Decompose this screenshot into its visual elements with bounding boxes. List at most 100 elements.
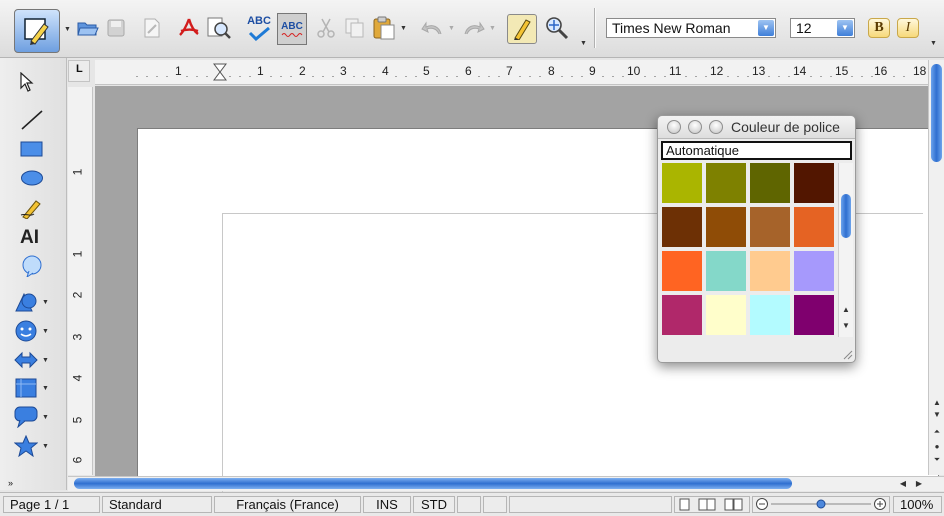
- font-name-combobox[interactable]: Times New Roman ▼: [606, 18, 776, 38]
- line-icon[interactable]: [20, 108, 56, 132]
- color-swatch[interactable]: [794, 207, 834, 247]
- color-swatch[interactable]: [750, 295, 790, 335]
- select-icon[interactable]: [20, 70, 56, 94]
- chevron-down-icon[interactable]: ▼: [837, 20, 853, 36]
- undo-icon[interactable]: [419, 16, 445, 40]
- ellipse-icon[interactable]: [20, 166, 56, 190]
- page-style-indicator[interactable]: Standard: [102, 496, 212, 513]
- freeform-icon[interactable]: [20, 196, 56, 220]
- ruler-number: 7: [506, 64, 513, 78]
- drawbar-overflow-icon[interactable]: »: [8, 478, 13, 488]
- page-preview-icon[interactable]: [206, 16, 232, 40]
- edit-file-icon[interactable]: [140, 16, 164, 40]
- callout-icon[interactable]: [20, 254, 56, 278]
- cut-icon[interactable]: [314, 16, 338, 40]
- view-layout-icon: [679, 498, 743, 511]
- chevron-down-icon[interactable]: ▼: [64, 26, 71, 33]
- page-indicator[interactable]: Page 1 / 1: [3, 496, 100, 513]
- font-size-combobox[interactable]: 12 ▼: [790, 18, 855, 38]
- spellcheck-icon[interactable]: ABC: [244, 12, 274, 44]
- zoom-indicator[interactable]: 100%: [893, 496, 942, 513]
- chevron-down-icon[interactable]: ▼: [42, 357, 49, 364]
- color-swatch[interactable]: [662, 251, 702, 291]
- show-draw-functions-icon[interactable]: [507, 14, 537, 44]
- color-swatch[interactable]: [794, 295, 834, 335]
- chevron-down-icon[interactable]: ▼: [42, 443, 49, 450]
- stars-icon[interactable]: ▼: [14, 434, 50, 458]
- selection-mode-indicator[interactable]: STD: [413, 496, 455, 513]
- insert-mode-indicator[interactable]: INS: [363, 496, 411, 513]
- toolbar-overflow-icon[interactable]: ▼: [930, 40, 937, 47]
- vertical-scrollbar[interactable]: ▲ ▼ ⏶ ● ⏷: [928, 60, 944, 475]
- scroll-right-icon[interactable]: ▶: [912, 477, 926, 489]
- chevron-down-icon[interactable]: ▼: [448, 25, 455, 32]
- redo-icon[interactable]: [461, 16, 487, 40]
- vertical-ruler[interactable]: 1 1 2 3 4 5 6: [68, 87, 93, 475]
- color-swatch[interactable]: [794, 251, 834, 291]
- chevron-down-icon[interactable]: ▼: [42, 414, 49, 421]
- navigator-icon[interactable]: [543, 14, 571, 42]
- color-swatch[interactable]: [750, 163, 790, 203]
- standard-toolbar: ▼ ABC ABC ▼ ▼ ▼ ▼ Times New Roman ▼ 12 ▼…: [0, 0, 944, 58]
- export-pdf-icon[interactable]: [177, 16, 201, 40]
- rectangle-icon[interactable]: [20, 137, 56, 161]
- basic-shapes-icon[interactable]: ▼: [14, 290, 50, 314]
- color-swatch[interactable]: [794, 163, 834, 203]
- horizontal-scrollbar[interactable]: ◀ ▶: [68, 476, 944, 491]
- scroll-thumb[interactable]: [931, 64, 942, 162]
- chevron-down-icon[interactable]: ▼: [489, 25, 496, 32]
- navigation-icon[interactable]: ●: [930, 440, 944, 452]
- close-icon[interactable]: [667, 120, 681, 134]
- minimize-icon[interactable]: [688, 120, 702, 134]
- horizontal-ruler[interactable]: 1 1 2 3 4 5 6 7 8 9 10 11 12 13 14 15 16…: [95, 60, 928, 85]
- callouts-icon[interactable]: ▼: [14, 405, 50, 429]
- language-indicator[interactable]: Français (France): [214, 496, 361, 513]
- color-swatch[interactable]: [662, 163, 702, 203]
- palette-title-bar[interactable]: Couleur de police: [658, 116, 855, 139]
- scroll-up-icon[interactable]: ▲: [839, 303, 853, 315]
- flowchart-icon[interactable]: ▼: [14, 376, 50, 400]
- chevron-down-icon[interactable]: ▼: [758, 20, 774, 36]
- next-page-icon[interactable]: ⏷: [930, 454, 944, 466]
- draw-functions-icon[interactable]: [14, 9, 60, 53]
- bold-button[interactable]: B: [868, 18, 890, 38]
- color-swatch[interactable]: [662, 207, 702, 247]
- chevron-down-icon[interactable]: ▼: [400, 25, 407, 32]
- scroll-down-icon[interactable]: ▼: [839, 319, 853, 331]
- toolbar-overflow-icon[interactable]: ▼: [580, 40, 587, 47]
- paste-icon[interactable]: [371, 15, 397, 41]
- text-icon[interactable]: AI: [20, 226, 56, 250]
- zoom-slider[interactable]: [752, 496, 890, 513]
- color-swatch[interactable]: [706, 251, 746, 291]
- scroll-thumb[interactable]: [841, 194, 851, 238]
- tab-stop-selector[interactable]: L: [68, 60, 90, 82]
- scroll-up-icon[interactable]: ▲: [930, 396, 944, 408]
- scroll-down-icon[interactable]: ▼: [930, 408, 944, 420]
- scroll-left-icon[interactable]: ◀: [896, 477, 910, 489]
- text-tool-label: AI: [20, 227, 39, 248]
- color-swatch[interactable]: [750, 207, 790, 247]
- chevron-down-icon[interactable]: ▼: [42, 299, 49, 306]
- symbol-shapes-icon[interactable]: ▼: [14, 319, 50, 343]
- previous-page-icon[interactable]: ⏶: [930, 426, 944, 438]
- resize-grip-icon[interactable]: [843, 350, 853, 360]
- open-icon[interactable]: [76, 16, 100, 40]
- copy-icon[interactable]: [343, 16, 367, 40]
- autospellcheck-icon[interactable]: ABC: [277, 13, 307, 45]
- view-layout-buttons[interactable]: [674, 496, 750, 513]
- palette-scrollbar[interactable]: ▲ ▼: [838, 163, 853, 337]
- italic-button[interactable]: I: [897, 18, 919, 38]
- chevron-down-icon[interactable]: ▼: [42, 385, 49, 392]
- chevron-down-icon[interactable]: ▼: [42, 328, 49, 335]
- color-swatch[interactable]: [706, 207, 746, 247]
- scroll-thumb[interactable]: [74, 478, 792, 489]
- color-swatch[interactable]: [750, 251, 790, 291]
- color-swatch[interactable]: [706, 295, 746, 335]
- color-swatch[interactable]: [662, 295, 702, 335]
- block-arrows-icon[interactable]: ▼: [14, 348, 50, 372]
- save-icon[interactable]: [104, 16, 128, 40]
- zoom-icon[interactable]: [709, 120, 723, 134]
- color-swatch[interactable]: [706, 163, 746, 203]
- automatic-color-option[interactable]: Automatique: [661, 141, 852, 160]
- spellcheck-label: ABC: [247, 15, 271, 27]
